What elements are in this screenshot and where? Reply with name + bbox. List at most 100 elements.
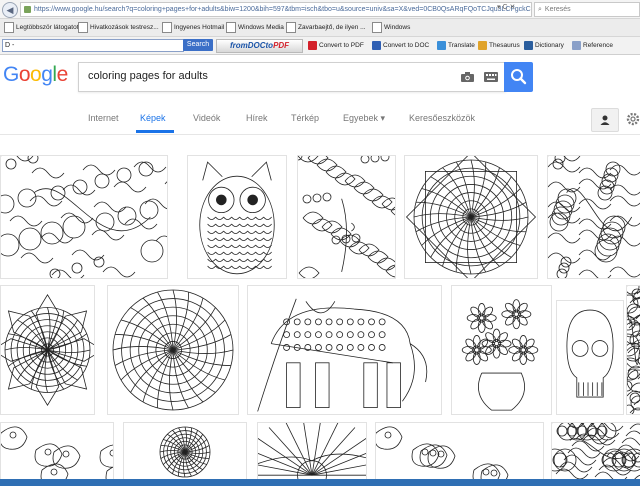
reference-label: Reference bbox=[583, 42, 613, 49]
image-result[interactable] bbox=[107, 285, 239, 415]
convert-doc-label: Convert to DOC bbox=[383, 42, 430, 49]
fromdoc-doc: DOC bbox=[247, 41, 266, 50]
image-result[interactable] bbox=[0, 422, 114, 482]
search-icon: ⌕ bbox=[538, 6, 542, 13]
page-icon bbox=[286, 22, 296, 33]
image-artwork bbox=[159, 426, 211, 478]
page-icon bbox=[4, 22, 14, 33]
tab-images[interactable]: Képek bbox=[140, 113, 166, 123]
account-button[interactable] bbox=[591, 108, 619, 132]
taskbar-edge bbox=[0, 479, 640, 486]
pdf-icon bbox=[308, 40, 317, 50]
image-result[interactable] bbox=[375, 422, 544, 482]
image-result[interactable] bbox=[547, 155, 640, 279]
image-artwork bbox=[376, 426, 509, 481]
image-artwork bbox=[405, 156, 537, 278]
back-button[interactable]: ◀ bbox=[2, 2, 18, 18]
tab-news[interactable]: Hírek bbox=[246, 113, 268, 123]
translate-button[interactable]: Translate bbox=[437, 40, 475, 51]
reload-controls[interactable]: ▾ C ✕ bbox=[497, 3, 529, 14]
image-artwork bbox=[548, 156, 640, 278]
logo-letter: o bbox=[30, 63, 42, 86]
convert-pdf-button[interactable]: Convert to PDF bbox=[308, 40, 364, 51]
search-box[interactable]: coloring pages for adults bbox=[78, 62, 506, 92]
image-result[interactable] bbox=[123, 422, 247, 482]
bookmark-item[interactable]: Legtöbbször látogatott bbox=[4, 22, 80, 33]
image-result[interactable] bbox=[451, 285, 552, 415]
search-button[interactable] bbox=[504, 62, 533, 92]
image-artwork bbox=[566, 309, 614, 398]
page-icon bbox=[78, 22, 88, 33]
fromdoc-logo[interactable]: fromDOCtoPDF bbox=[216, 39, 303, 53]
lock-icon bbox=[24, 5, 31, 13]
tab-internet[interactable]: Internet bbox=[88, 113, 119, 123]
thesaurus-button[interactable]: Thesaurus bbox=[478, 40, 520, 51]
bookmark-label: Windows Media bbox=[238, 24, 284, 32]
dictionary-icon bbox=[524, 40, 533, 50]
tab-more[interactable]: Egyebek ▾ bbox=[343, 113, 385, 124]
bookmark-item[interactable]: Ingyenes Hotmail bbox=[162, 22, 224, 33]
image-result[interactable] bbox=[0, 285, 95, 415]
gear-icon[interactable] bbox=[626, 112, 640, 126]
image-result[interactable] bbox=[626, 285, 640, 415]
reference-icon bbox=[572, 40, 581, 50]
tab-search-tools[interactable]: Keresőeszközök bbox=[409, 113, 475, 123]
address-bar: ◀ https://www.google.hu/search?q=colorin… bbox=[0, 0, 640, 19]
bookmark-item[interactable]: Hivatkozások testresz... bbox=[78, 22, 159, 33]
bookmark-item[interactable]: Zavarbaejtő, de ilyen ... bbox=[286, 22, 366, 33]
convert-pdf-label: Convert to PDF bbox=[319, 42, 364, 49]
image-result[interactable] bbox=[257, 422, 367, 482]
image-result[interactable] bbox=[247, 285, 442, 415]
bookmark-label: Ingyenes Hotmail bbox=[174, 24, 225, 32]
bookmark-item[interactable]: Windows Media bbox=[226, 22, 284, 33]
image-result[interactable] bbox=[556, 300, 624, 415]
logo-letter: g bbox=[41, 63, 53, 86]
google-logo[interactable]: Google bbox=[3, 63, 68, 87]
convert-doc-button[interactable]: Convert to DOC bbox=[372, 40, 429, 51]
page-icon bbox=[162, 22, 172, 33]
logo-letter: o bbox=[18, 63, 31, 86]
page-icon bbox=[372, 22, 382, 33]
addon-toolbar: D - Search fromDOCtoPDF Convert to PDF C… bbox=[0, 37, 640, 55]
bookmark-label: Zavarbaejtő, de ilyen ... bbox=[298, 24, 366, 32]
image-artwork bbox=[112, 289, 234, 411]
camera-icon[interactable] bbox=[461, 72, 474, 82]
url-text: https://www.google.hu/search?q=coloring+… bbox=[34, 6, 531, 13]
fromdoc-prefix: from bbox=[229, 41, 248, 50]
image-artwork bbox=[627, 286, 640, 414]
toolbar-search-button[interactable]: Search bbox=[183, 39, 213, 51]
magnifier-icon bbox=[511, 69, 527, 85]
browser-search-field[interactable]: ⌕ Keresés bbox=[534, 2, 640, 17]
image-artwork bbox=[1, 426, 113, 481]
bookmark-label: Hivatkozások testresz... bbox=[90, 24, 159, 32]
thesaurus-label: Thesaurus bbox=[489, 42, 520, 49]
dictionary-button[interactable]: Dictionary bbox=[524, 40, 564, 51]
person-icon bbox=[600, 115, 610, 125]
bookmark-item[interactable]: Windows bbox=[372, 22, 410, 33]
search-query[interactable]: coloring pages for adults bbox=[88, 70, 208, 82]
page-icon bbox=[226, 22, 236, 33]
image-artwork bbox=[1, 293, 94, 407]
url-field[interactable]: https://www.google.hu/search?q=coloring+… bbox=[20, 2, 532, 17]
keyboard-icon[interactable] bbox=[484, 72, 498, 82]
image-artwork bbox=[461, 299, 539, 411]
tab-maps[interactable]: Térkép bbox=[291, 113, 319, 123]
image-result[interactable] bbox=[404, 155, 538, 279]
thesaurus-icon bbox=[478, 40, 487, 50]
image-result[interactable] bbox=[187, 155, 287, 279]
tab-videos[interactable]: Videók bbox=[193, 113, 220, 123]
dictionary-label: Dictionary bbox=[535, 42, 564, 49]
image-result[interactable] bbox=[0, 155, 168, 279]
image-result[interactable] bbox=[551, 422, 640, 482]
browser-search-placeholder: Keresés bbox=[544, 6, 571, 13]
translate-label: Translate bbox=[448, 42, 475, 49]
active-tab-indicator bbox=[136, 130, 174, 133]
bookmark-label: Windows bbox=[384, 24, 411, 32]
reference-button[interactable]: Reference bbox=[572, 40, 613, 51]
image-artwork bbox=[257, 298, 428, 412]
image-result[interactable] bbox=[297, 155, 396, 279]
fromdoc-pdf: PDF bbox=[273, 41, 290, 50]
bookmark-label: Legtöbbször látogatott bbox=[16, 24, 81, 32]
fromdoc-to: to bbox=[265, 41, 274, 50]
toolbar-search-input[interactable]: D - bbox=[2, 39, 184, 52]
